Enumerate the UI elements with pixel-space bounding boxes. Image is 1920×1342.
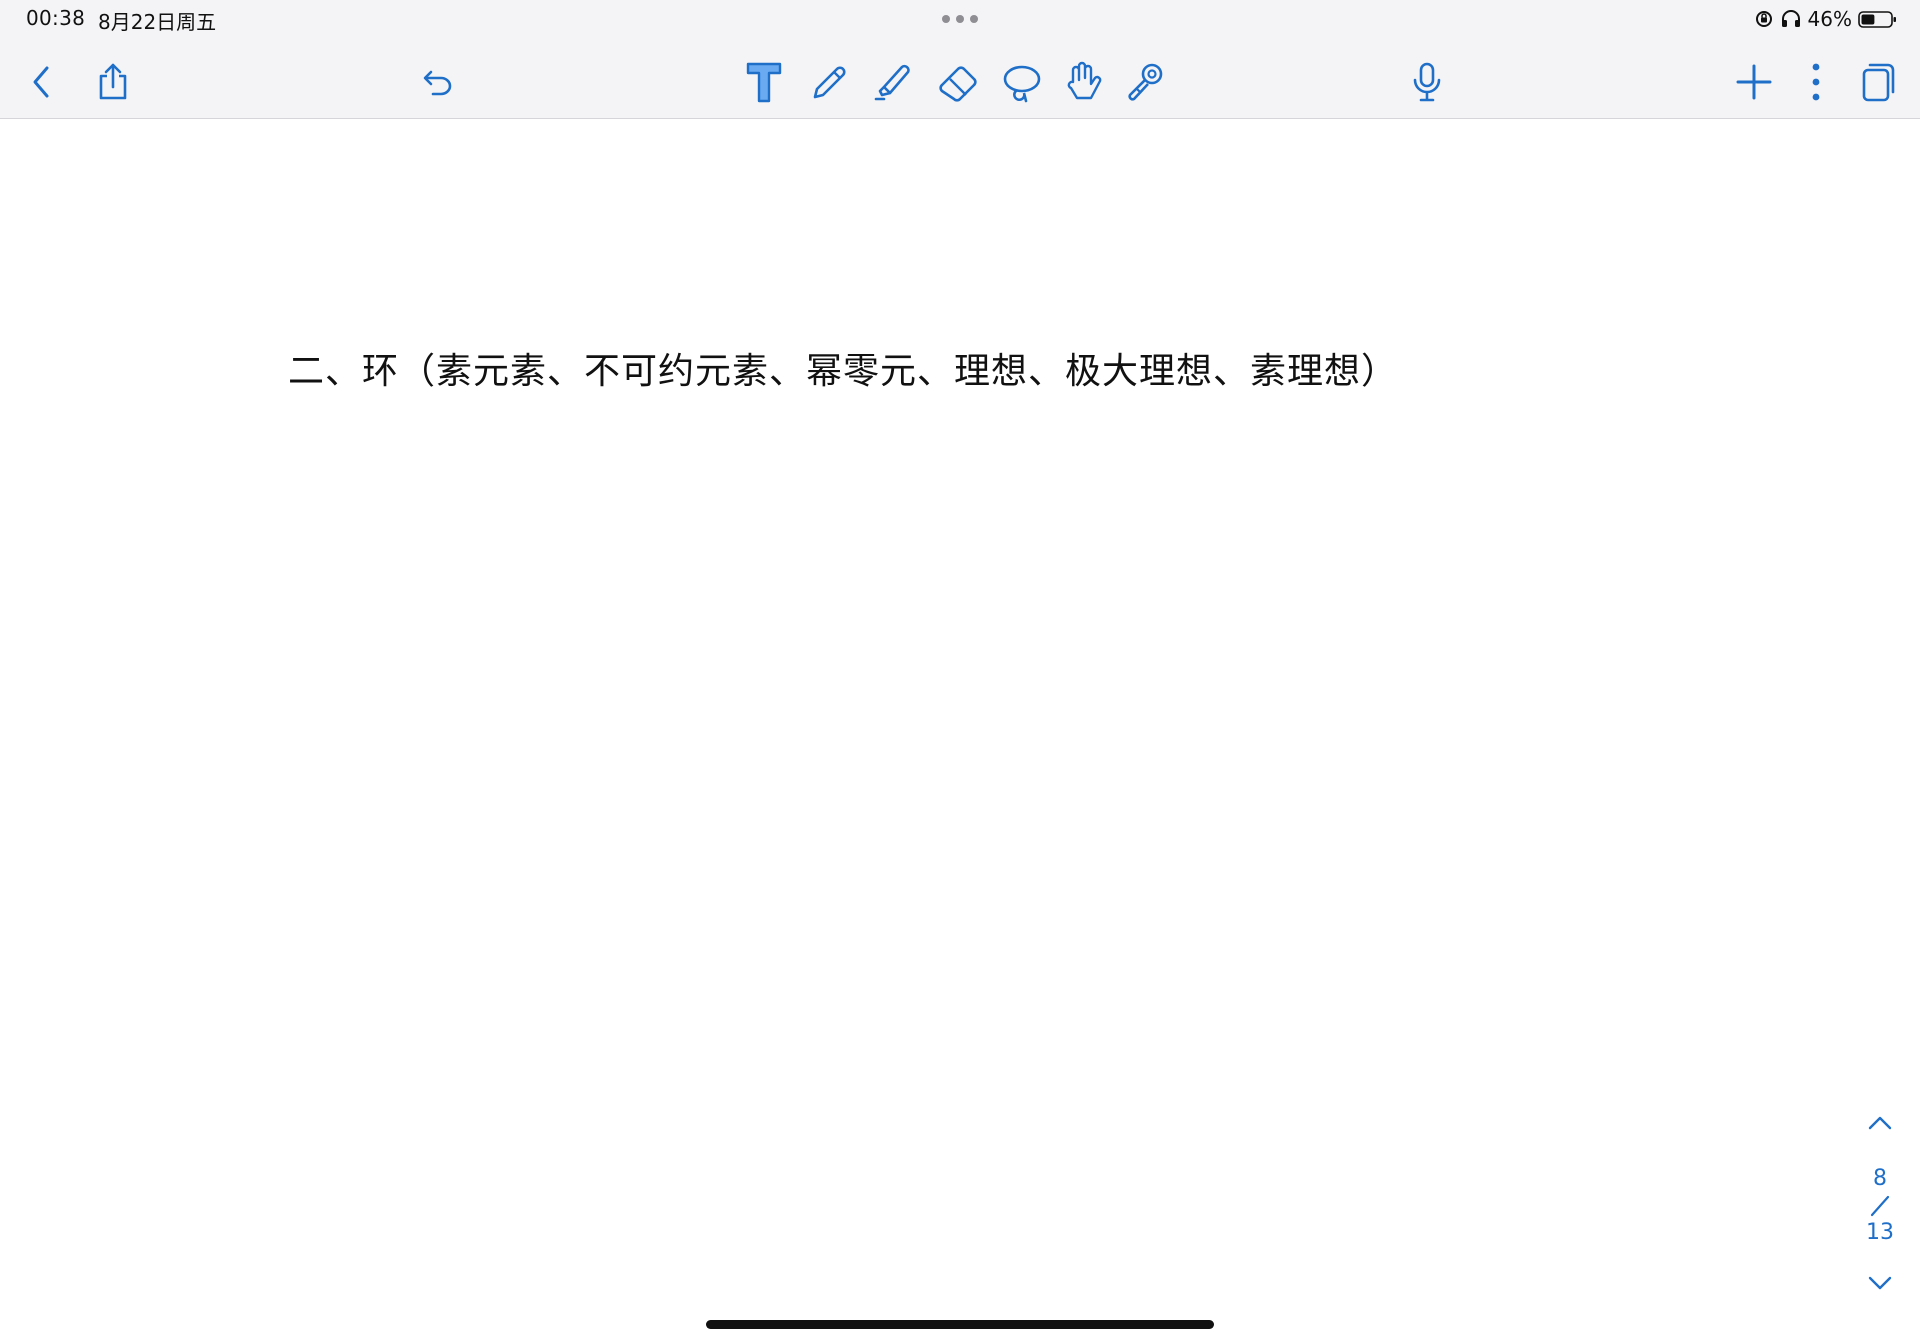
multitasking-dots[interactable]	[942, 14, 978, 24]
note-heading[interactable]: 二、环（素元素、不可约元素、幂零元、理想、极大理想、素理想）	[288, 342, 1398, 394]
pages-icon	[1862, 63, 1895, 102]
battery-percent: 46%	[1807, 7, 1852, 31]
previous-page-button[interactable]	[1862, 1108, 1898, 1138]
current-page-number: 8	[1873, 1166, 1887, 1191]
pages-overview-button[interactable]	[1854, 58, 1902, 106]
hand-icon	[1067, 61, 1102, 100]
back-button[interactable]	[18, 58, 66, 106]
highlighter-icon	[874, 64, 910, 101]
total-pages-number: 13	[1866, 1220, 1894, 1245]
more-button[interactable]	[1792, 58, 1840, 106]
more-vertical-icon	[1812, 63, 1820, 101]
orientation-lock-icon	[1755, 11, 1772, 27]
hand-tool[interactable]	[1060, 58, 1108, 106]
eraser-icon	[939, 66, 977, 102]
text-T-icon	[746, 62, 782, 103]
page-navigator: 8 13	[1840, 1100, 1920, 1300]
microphone-icon	[1413, 62, 1441, 102]
chevron-left-icon	[33, 66, 49, 98]
share-button[interactable]	[89, 58, 137, 106]
chevron-up-icon	[1868, 1116, 1892, 1130]
status-date: 8月22日周五	[98, 10, 217, 34]
dot	[956, 15, 964, 23]
chevron-down-icon	[1868, 1276, 1892, 1290]
dot	[970, 15, 978, 23]
battery-icon	[1858, 11, 1896, 28]
laser-pointer-tool[interactable]	[1122, 58, 1170, 106]
next-page-button[interactable]	[1862, 1268, 1898, 1298]
note-page[interactable]: 二、环（素元素、不可约元素、幂零元、理想、极大理想、素理想）	[0, 119, 1920, 1342]
share-icon	[99, 63, 127, 100]
highlighter-tool[interactable]	[870, 58, 918, 106]
status-time: 00:38	[26, 6, 86, 30]
undo-icon	[423, 70, 452, 96]
lasso-tool[interactable]	[998, 58, 1046, 106]
pen-tool[interactable]	[806, 58, 854, 106]
add-button[interactable]	[1730, 58, 1778, 106]
page-separator	[1870, 1195, 1890, 1217]
lasso-icon	[1003, 65, 1041, 103]
notes-app: 00:38 8月22日周五 46% 二、环（素元素、不可约元素、幂零元、理想、极…	[0, 0, 1920, 1342]
dot	[942, 15, 950, 23]
pen-icon	[813, 66, 846, 99]
laser-pointer-icon	[1128, 63, 1163, 101]
text-tool[interactable]	[740, 58, 788, 106]
undo-button[interactable]	[414, 58, 462, 106]
headphones-icon	[1781, 10, 1800, 27]
top-chrome: 00:38 8月22日周五 46%	[0, 0, 1920, 119]
plus-icon	[1736, 64, 1772, 100]
home-indicator[interactable]	[706, 1320, 1214, 1329]
eraser-tool[interactable]	[934, 58, 982, 106]
record-audio-button[interactable]	[1403, 58, 1451, 106]
status-indicators: 46%	[1754, 6, 1898, 32]
